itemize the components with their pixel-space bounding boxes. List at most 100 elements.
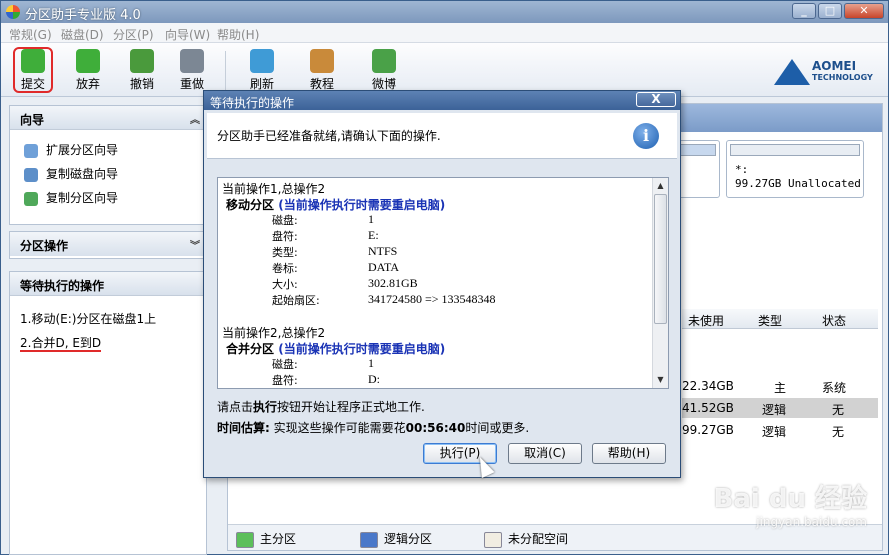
wizard-item-label: 扩展分区向导 [46,143,119,157]
wizard-item-extend[interactable]: 扩展分区向导 [10,136,206,160]
refresh-label: 刷新 [249,77,274,91]
op-row: 大小: 302.81GB [222,276,652,292]
menu-general[interactable]: 常规(G) [9,26,52,43]
wizard-item-label: 复制分区向导 [46,191,119,205]
op-value: 1 [368,212,374,226]
pending-op-item[interactable]: 2.合并D, E到D [10,328,206,352]
op-key: 卷标: [272,262,298,275]
extend-partition-icon [24,143,38,158]
table-row[interactable]: 99.27GB 逻辑 无 [682,420,878,440]
cell-status: 系统 [822,381,847,395]
op-row: 盘符: D: [222,372,652,388]
scroll-thumb[interactable] [654,194,667,324]
operations-content: 当前操作1,总操作2 移动分区 (当前操作执行时需要重启电脑) 磁盘: 1 盘符:… [222,180,652,388]
wizard-panel-header[interactable]: 向导 ︽ [10,106,206,130]
close-button[interactable]: ✕ [844,3,884,19]
tutorial-label: 教程 [309,77,334,91]
refresh-button[interactable]: 刷新 [241,49,283,93]
op-title-text: 合并分区 [226,342,275,356]
cell-type: 逻辑 [762,403,787,417]
pending-op-item[interactable]: 1.移动(E:)分区在磁盘1上 [10,304,206,328]
scroll-down-icon[interactable]: ▼ [653,372,668,388]
column-type[interactable]: 类型 [758,312,782,329]
op-row: 磁盘: 1 [222,356,652,372]
op-key: 起始扇区: [272,294,320,307]
dialog-title: 等待执行的操作 [210,96,295,110]
table-row[interactable]: 41.52GB 逻辑 无 [682,398,878,418]
dialog-close-button[interactable]: X [636,92,676,107]
submit-button[interactable]: 提交 [13,47,53,93]
menu-disk[interactable]: 磁盘(D) [61,26,104,43]
partition-table-header: 未使用 类型 状态 [682,309,878,329]
op-key: 磁盘: [272,358,298,371]
cell-free: 22.34GB [682,379,734,393]
op-spacer [222,308,652,324]
logical-swatch [360,531,378,548]
cell-type: 主 [774,381,787,395]
hint-text: 按钮开始让程序正式地工作. [277,400,425,414]
copy-partition-icon [24,191,38,206]
table-row[interactable]: 22.34GB 主 系统 [682,376,878,396]
op-value: NTFS [368,244,398,258]
info-icon: i [633,123,659,149]
column-free[interactable]: 未使用 [688,312,724,329]
menu-help[interactable]: 帮助(H) [217,26,259,43]
wizard-item-label: 复制磁盘向导 [46,167,119,181]
checkmark-icon [21,49,45,73]
dialog-hint: 请点击执行按钮开始让程序正式地工作. [217,398,425,415]
op-key: 类型: [272,246,298,259]
undo-label: 撤销 [129,77,154,91]
op-row: 磁盘: 1 [222,212,652,228]
watermark-sub: jingyan.baidu.com [756,515,867,529]
scroll-up-icon[interactable]: ▲ [653,178,668,194]
collapse-chevron-icon[interactable]: ︽ [190,111,200,126]
legend-unallocated: 未分配空间 [484,530,568,548]
aomei-logo: AOMEI TECHNOLOGY [774,55,874,87]
logo-mark-icon [774,59,810,85]
unallocated-block[interactable]: *: 99.27GB Unallocated [726,140,864,198]
minimize-button[interactable]: _ [792,3,816,19]
menu-partition[interactable]: 分区(P) [113,26,154,43]
submit-label: 提交 [20,77,45,91]
dialog-message: 分区助手已经准备就绪,请确认下面的操作. [217,129,441,143]
toolbar-separator [225,51,226,91]
discard-button[interactable]: 放弃 [67,49,109,93]
legend-label: 主分区 [260,532,297,546]
op-value: E: [368,228,379,242]
redo-button[interactable]: 重做 [171,49,213,93]
weibo-button[interactable]: 微博 [363,49,405,93]
unallocated-swatch [484,531,502,548]
watermark-main: Bai du 经验 [713,484,868,514]
estimate-text: 实现这些操作可能需要花 [269,421,406,435]
pending-ops-panel: 等待执行的操作 1.移动(E:)分区在磁盘1上 2.合并D, E到D [9,271,207,555]
unallocated-size: 99.27GB Unallocated [735,177,861,190]
operations-list[interactable]: 当前操作1,总操作2 移动分区 (当前操作执行时需要重启电脑) 磁盘: 1 盘符:… [217,177,669,389]
op-value: 1 [368,356,374,370]
menu-wizard[interactable]: 向导(W) [165,26,210,43]
op-header: 当前操作1,总操作2 [222,182,326,196]
wizard-item-copy-partition[interactable]: 复制分区向导 [10,184,206,208]
tutorial-button[interactable]: 教程 [301,49,343,93]
maximize-button[interactable]: □ [818,3,842,19]
column-status[interactable]: 状态 [822,312,846,329]
op-row: 卷标: DATA [222,260,652,276]
op-warning: (当前操作执行时需要重启电脑) [278,198,446,212]
hint-text: 请点击 [217,400,254,414]
logo-text: AOMEI [812,59,857,73]
expand-chevron-icon[interactable]: ︾ [190,237,200,252]
wizard-item-copy-disk[interactable]: 复制磁盘向导 [10,160,206,184]
estimate-text: 时间或更多. [465,421,530,435]
unallocated-name: *: [735,163,749,176]
cancel-button[interactable]: 取消(C) [508,443,582,464]
toolbar: 提交 放弃 撤销 重做 刷新 教程 微博 AOMEI TECHNOLOGY [1,43,888,97]
partition-ops-header[interactable]: 分区操作 ︾ [10,232,206,256]
logo-subtext: TECHNOLOGY [812,73,873,82]
list-scrollbar[interactable]: ▲ ▼ [652,178,668,388]
discard-label: 放弃 [75,77,100,91]
op-key: 盘符: [272,374,298,387]
redo-arrow-icon [180,49,204,73]
hint-bold: 执行 [253,400,278,414]
undo-button[interactable]: 撤销 [121,49,163,93]
help-button[interactable]: 帮助(H) [592,443,666,464]
pending-ops-header: 等待执行的操作 [10,272,206,296]
